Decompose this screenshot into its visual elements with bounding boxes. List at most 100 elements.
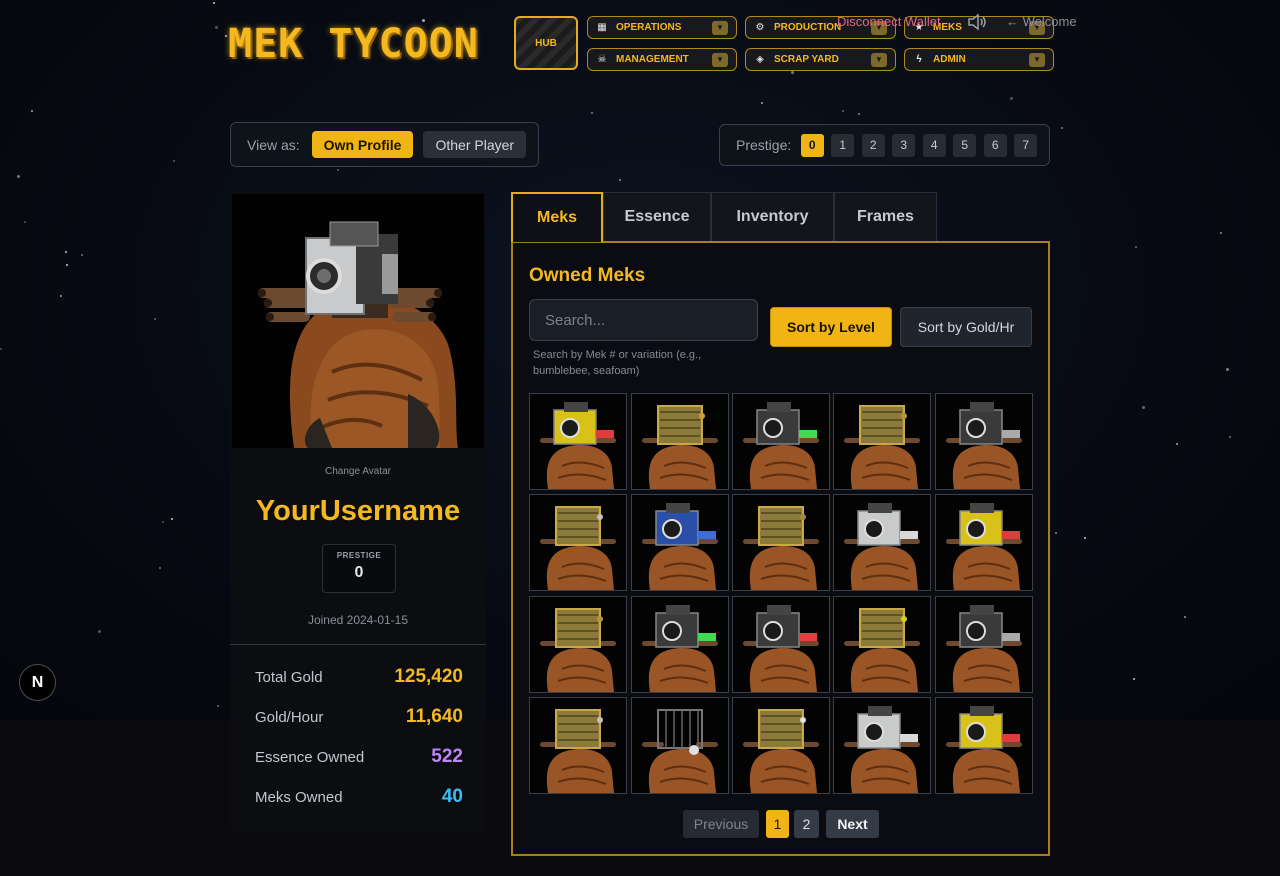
mek-card[interactable] [631, 494, 729, 591]
mek-thumbnail [936, 597, 1032, 692]
stat-label: Essence Owned [255, 748, 365, 766]
nav-operations-button[interactable]: ▦ OPERATIONS ▼ [587, 16, 737, 39]
nav-management-button[interactable]: ☠ MANAGEMENT ▼ [587, 48, 737, 71]
mek-tycoon-logo[interactable]: MEK TYCOON [228, 22, 506, 66]
nav-management-label: MANAGEMENT [616, 54, 689, 65]
speaker-icon[interactable] [966, 12, 988, 32]
sort-by-gold-button[interactable]: Sort by Gold/Hr [900, 307, 1032, 347]
star [1176, 443, 1178, 445]
star [1010, 97, 1013, 100]
gamepad-icon: ◈ [756, 54, 764, 65]
mek-card[interactable] [631, 697, 729, 794]
mek-card[interactable] [833, 697, 931, 794]
star [24, 221, 26, 223]
stat-gold-hour: Gold/Hour 11,640 [255, 706, 463, 728]
prestige-level-2-button[interactable]: 2 [861, 133, 885, 157]
mek-card[interactable] [529, 697, 627, 794]
star [217, 705, 219, 707]
mek-card[interactable] [935, 697, 1033, 794]
mek-thumbnail [530, 698, 626, 793]
tab-essence[interactable]: Essence [603, 192, 711, 242]
prestige-level-1-button[interactable]: 1 [831, 133, 855, 157]
prestige-level-4-button[interactable]: 4 [922, 133, 946, 157]
disconnect-wallet-link[interactable]: Disconnect Wallet [837, 14, 941, 29]
star [213, 2, 215, 4]
tab-inventory[interactable]: Inventory [711, 192, 834, 242]
mek-thumbnail [834, 698, 930, 793]
mek-thumbnail [834, 394, 930, 489]
mek-thumbnail [632, 394, 728, 489]
lightning-icon: ϟ [916, 54, 922, 65]
star [1055, 532, 1057, 534]
mek-thumbnail [733, 698, 829, 793]
prestige-box-value: 0 [354, 564, 364, 581]
star [619, 179, 621, 181]
mek-card[interactable] [732, 697, 830, 794]
mek-card[interactable] [935, 494, 1033, 591]
mek-thumbnail [632, 698, 728, 793]
prestige-level-7-button[interactable]: 7 [1014, 133, 1038, 157]
star [215, 26, 218, 29]
mek-search-input[interactable] [529, 299, 758, 341]
mek-card[interactable] [935, 596, 1033, 693]
mek-thumbnail [936, 698, 1032, 793]
joined-date: Joined 2024-01-15 [307, 613, 409, 627]
hub-button[interactable]: HUB [514, 16, 578, 70]
star [1226, 368, 1229, 371]
previous-page-button[interactable]: Previous [683, 810, 759, 838]
mek-thumbnail [632, 597, 728, 692]
tab-meks[interactable]: Meks [511, 192, 603, 242]
stat-total-gold: Total Gold 125,420 [255, 666, 463, 688]
mek-card[interactable] [732, 494, 830, 591]
prestige-level-5-button[interactable]: 5 [953, 133, 977, 157]
nav-admin-button[interactable]: ϟ ADMIN ▼ [904, 48, 1054, 71]
chevron-down-icon: ▼ [871, 52, 887, 67]
mek-grid [529, 393, 1033, 794]
mek-card[interactable] [732, 596, 830, 693]
stat-value: 40 [441, 786, 463, 807]
star [791, 71, 794, 74]
page-1-button[interactable]: 1 [766, 810, 789, 838]
username: YourUsername [255, 495, 461, 527]
welcome-link[interactable]: ← Welcome [1006, 14, 1077, 29]
mek-card[interactable] [833, 596, 931, 693]
star [81, 254, 83, 256]
next-page-button[interactable]: Next [826, 810, 879, 838]
mek-card[interactable] [631, 393, 729, 490]
star [98, 630, 101, 633]
tab-frames[interactable]: Frames [834, 192, 937, 242]
nav-operations-label: OPERATIONS [616, 22, 682, 33]
mek-card[interactable] [833, 393, 931, 490]
mek-card[interactable] [529, 596, 627, 693]
other-player-button[interactable]: Other Player [423, 131, 527, 158]
star [1084, 537, 1086, 539]
stat-value: 522 [431, 746, 463, 767]
chevron-down-icon: ▼ [712, 20, 728, 35]
mek-card[interactable] [529, 393, 627, 490]
sort-by-level-button[interactable]: Sort by Level [770, 307, 892, 347]
own-profile-button[interactable]: Own Profile [311, 131, 414, 158]
page-2-button[interactable]: 2 [794, 810, 819, 838]
mek-card[interactable] [631, 596, 729, 693]
change-avatar-link[interactable]: Change Avatar [230, 466, 486, 477]
avatar[interactable] [232, 194, 484, 448]
star [0, 348, 2, 350]
mek-thumbnail [530, 394, 626, 489]
prestige-level-3-button[interactable]: 3 [892, 133, 916, 157]
mek-thumbnail [733, 597, 829, 692]
dev-tools-badge[interactable]: N [19, 664, 56, 701]
mek-card[interactable] [529, 494, 627, 591]
star [337, 169, 339, 171]
prestige-box: PRESTIGE 0 [322, 544, 396, 593]
prestige-level-6-button[interactable]: 6 [983, 133, 1007, 157]
mek-card[interactable] [833, 494, 931, 591]
prestige-chips: 01234567 [800, 133, 1038, 157]
star [31, 110, 33, 112]
star [761, 102, 763, 104]
owned-meks-title: Owned Meks [529, 265, 646, 286]
nav-scrap-yard-button[interactable]: ◈ SCRAP YARD ▼ [745, 48, 896, 71]
mek-card[interactable] [935, 393, 1033, 490]
mek-card[interactable] [732, 393, 830, 490]
star [173, 160, 175, 162]
prestige-level-0-button[interactable]: 0 [800, 133, 824, 157]
